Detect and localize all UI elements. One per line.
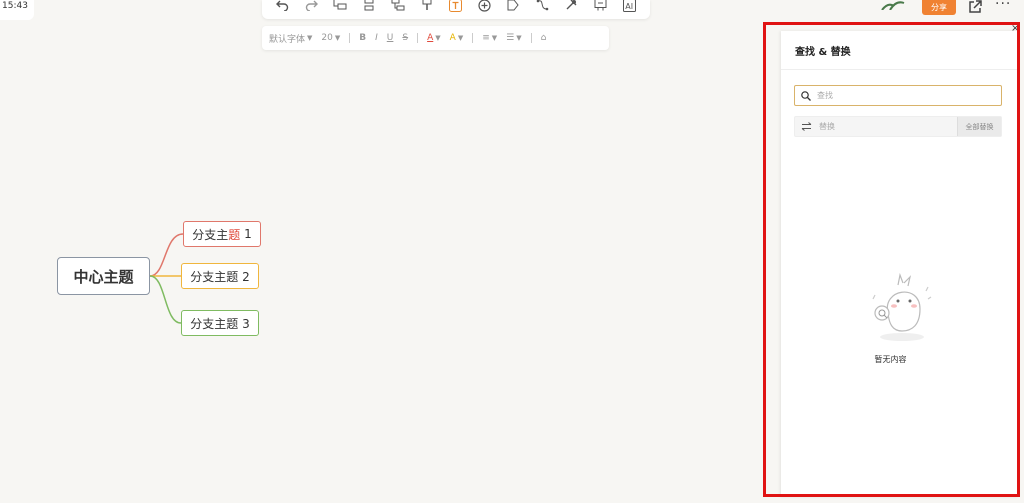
text-icon[interactable] — [447, 0, 465, 12]
clear-format-button[interactable]: ⌂ — [541, 33, 547, 43]
highlight-glyph: A — [449, 33, 456, 43]
format-toolbar: 默认字体 ▼ 20 ▼ B I U S A ▼ A ▼ ≡ ▼ ☰ ▼ ⌂ — [262, 26, 609, 50]
eraser-icon: ⌂ — [540, 33, 547, 43]
strikethrough-button[interactable]: S — [402, 33, 408, 43]
list-icon: ☰ — [506, 33, 515, 43]
svg-text:AI: AI — [625, 2, 633, 11]
branch-topic-number: 1 — [240, 227, 252, 241]
central-topic-node[interactable]: 中心主题 — [57, 257, 150, 295]
font-color-button[interactable]: A ▼ — [427, 33, 441, 43]
external-link-icon[interactable] — [967, 0, 983, 15]
share-button[interactable]: 分享 — [922, 0, 956, 15]
underline-button[interactable]: U — [387, 33, 394, 43]
relation-icon[interactable] — [534, 0, 552, 12]
branch-topic-node[interactable]: 分支主题 1 — [183, 221, 261, 247]
font-size-select[interactable]: 20 ▼ — [321, 33, 340, 43]
chevron-down-icon: ▼ — [457, 34, 464, 42]
more-icon[interactable]: ··· — [995, 0, 1011, 12]
chevron-down-icon: ▼ — [516, 34, 522, 42]
divider — [530, 33, 532, 43]
list-button[interactable]: ☰ ▼ — [506, 33, 521, 43]
redo-icon[interactable] — [302, 0, 320, 12]
format-painter-icon[interactable] — [418, 0, 436, 12]
plant-decoration-icon — [881, 1, 905, 10]
highlight-button[interactable]: A ▼ — [450, 33, 464, 43]
ai-icon[interactable]: AI — [621, 0, 639, 12]
insert-icon[interactable] — [476, 0, 494, 12]
italic-button[interactable]: I — [375, 33, 378, 43]
bold-button[interactable]: B — [359, 33, 366, 43]
align-button[interactable]: ≡ ▼ — [482, 33, 497, 43]
search-match-highlight: 题 — [228, 227, 241, 242]
chevron-down-icon: ▼ — [307, 34, 313, 42]
label-icon[interactable] — [592, 0, 610, 12]
add-parent-icon[interactable] — [389, 0, 407, 12]
chevron-down-icon: ▼ — [491, 34, 498, 42]
font-color-glyph: A — [427, 33, 434, 43]
branch-topic-label: 分支主 — [192, 227, 229, 242]
highlight-frame — [763, 22, 1020, 497]
chevron-down-icon: ▼ — [334, 34, 341, 42]
add-child-icon[interactable] — [360, 0, 378, 12]
summary-icon[interactable] — [505, 0, 523, 12]
branch-topic-node[interactable]: 分支主题 3 — [181, 310, 259, 336]
divider — [417, 33, 419, 43]
add-sibling-icon[interactable] — [331, 0, 349, 12]
font-size-value: 20 — [321, 33, 333, 43]
boundary-icon[interactable] — [563, 0, 581, 12]
align-icon: ≡ — [482, 33, 490, 43]
divider — [349, 33, 351, 43]
divider — [472, 33, 474, 43]
chevron-down-icon: ▼ — [435, 34, 441, 42]
mindmap-connectors — [149, 233, 184, 324]
main-toolbar: AI — [262, 0, 650, 19]
branch-topic-node[interactable]: 分支主题 2 — [181, 263, 259, 289]
